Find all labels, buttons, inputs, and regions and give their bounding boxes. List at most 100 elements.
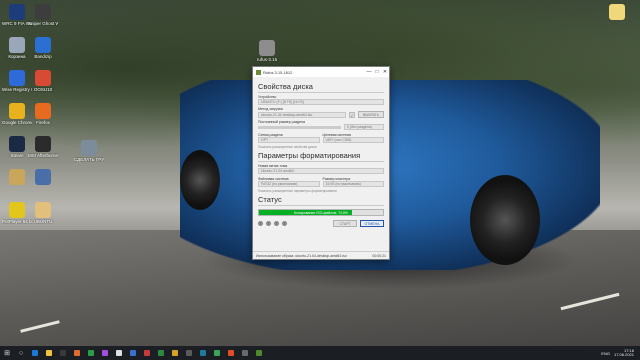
desktop-icon-label: MSI Afterburner	[28, 153, 58, 158]
desktop-icon-label: OOSU10	[33, 87, 53, 92]
settings-icon[interactable]	[274, 221, 279, 226]
file-icon	[609, 4, 625, 20]
taskbar-app-icon	[242, 350, 248, 356]
taskbar-app[interactable]	[252, 346, 266, 360]
app-icon	[35, 202, 51, 218]
boot-select[interactable]: ubuntu-21.04-desktop-amd64.iso	[258, 111, 346, 118]
taskbar-app[interactable]	[196, 346, 210, 360]
desktop-icon[interactable]: UBUNTU	[28, 202, 58, 224]
desktop-icon[interactable]	[28, 169, 58, 186]
advanced-format-toggle[interactable]: Показать расширенные параметры форматиро…	[258, 189, 384, 193]
app-icon	[35, 70, 51, 86]
select-button[interactable]: ВЫБРАТЬ	[358, 111, 384, 118]
cancel-button[interactable]: ОТМЕНА	[360, 220, 384, 227]
advanced-disk-toggle[interactable]: Показать расширенные свойства диска	[258, 145, 384, 149]
taskbar-app-icon	[172, 350, 178, 356]
desktop-icon-label: Sniper Ghost Warrior Co...	[28, 21, 58, 26]
taskbar-app[interactable]	[238, 346, 252, 360]
taskbar-app-icon	[214, 350, 220, 356]
taskbar-app[interactable]	[154, 346, 168, 360]
taskbar-app-icon	[74, 350, 80, 356]
taskbar-app[interactable]	[84, 346, 98, 360]
desktop-icon[interactable]: OOSU10	[28, 70, 58, 92]
app-icon	[35, 4, 51, 20]
target-select[interactable]: UEFI (non CSM)	[322, 137, 384, 143]
progress-bar: Копирование ISO-файлов: 74.6%	[258, 209, 384, 216]
taskbar-app[interactable]	[168, 346, 182, 360]
start-button[interactable]: ⊞	[0, 346, 14, 360]
app-icon	[9, 70, 25, 86]
app-icon	[35, 37, 51, 53]
system-tray: ENG 17:16 17.06.2021	[601, 348, 640, 358]
taskbar-app-icon	[144, 350, 150, 356]
taskbar-app[interactable]	[56, 346, 70, 360]
app-icon	[9, 37, 25, 53]
taskbar-app-icon	[130, 350, 136, 356]
search-button[interactable]: ○	[14, 346, 28, 360]
taskbar-app[interactable]	[98, 346, 112, 360]
persist-slider[interactable]	[258, 125, 341, 129]
app-icon	[9, 136, 25, 152]
desktop-icon[interactable]: Sniper Ghost Warrior Co...	[28, 4, 58, 26]
taskbar-app[interactable]	[126, 346, 140, 360]
taskbar-app-icon	[46, 350, 52, 356]
cluster-select[interactable]: 16 Кб (по умолчанию)	[322, 181, 384, 187]
device-select[interactable]: UBUNTU (F:) [8 Гб] [16 ГБ]	[258, 99, 384, 105]
app-icon	[9, 202, 25, 218]
section-format: Параметры форматирования	[258, 151, 384, 162]
shortcut-icon	[81, 140, 97, 156]
taskbar-app-icon	[200, 350, 206, 356]
clock-date: 17.06.2021	[613, 352, 634, 357]
desktop-icon-shortcut[interactable]: СДЕЛАТЬ ГРУ	[74, 140, 104, 162]
app-icon	[9, 103, 25, 119]
desktop-icon[interactable]: Firefox	[28, 103, 58, 125]
app-icon	[35, 169, 51, 185]
desktop-icon[interactable]: Bandizip	[28, 37, 58, 59]
close-button[interactable]: ✕	[381, 69, 389, 75]
start-button[interactable]: СТАРТ	[333, 220, 357, 227]
status-text: Использование образа: ubuntu-21.04-deskt…	[256, 254, 347, 258]
clock[interactable]: 17:16 17.06.2021	[613, 348, 634, 358]
app-icon	[9, 4, 25, 20]
app-icon	[9, 169, 25, 185]
taskbar-app[interactable]	[224, 346, 238, 360]
fs-select[interactable]: FAT32 (по умолчанию)	[258, 181, 320, 187]
desktop-icon[interactable]: MSI Afterburner	[28, 136, 58, 158]
taskbar-app[interactable]	[42, 346, 56, 360]
taskbar-app-icon	[256, 350, 262, 356]
maximize-button[interactable]: □	[373, 69, 381, 75]
car-wheel	[470, 175, 540, 265]
globe-icon[interactable]	[258, 221, 263, 226]
taskbar-app-icon	[60, 350, 66, 356]
check-icon[interactable]: ✓	[349, 111, 355, 118]
taskbar-app[interactable]	[112, 346, 126, 360]
taskbar-app-icon	[88, 350, 94, 356]
log-icon[interactable]	[282, 221, 287, 226]
window-title: Rufus 3.15.1812	[263, 69, 293, 75]
taskbar-app[interactable]	[70, 346, 84, 360]
volume-input[interactable]: Ubuntu 21.04 amd64	[258, 168, 384, 174]
car	[180, 80, 600, 270]
taskbar-app[interactable]	[28, 346, 42, 360]
section-disk: Свойства диска	[258, 82, 384, 93]
persist-value[interactable]: 0 (без раздела)	[344, 124, 384, 130]
desktop-icon-label: Bandizip	[34, 54, 52, 59]
progress-text: Копирование ISO-файлов: 74.6%	[293, 211, 349, 215]
info-icon[interactable]	[266, 221, 271, 226]
taskbar-app[interactable]	[182, 346, 196, 360]
partition-select[interactable]: GPT	[258, 137, 320, 143]
minimize-button[interactable]: —	[365, 69, 373, 75]
usb-icon	[256, 69, 261, 75]
taskbar-app[interactable]	[140, 346, 154, 360]
language-indicator[interactable]: ENG	[601, 351, 610, 356]
rufus-window: Rufus 3.15.1812 — □ ✕ Свойства диска Уст…	[252, 66, 390, 260]
desktop-icon-right[interactable]	[602, 4, 632, 20]
taskbar-app-icon	[102, 350, 108, 356]
car-wheel	[180, 150, 220, 210]
taskbar-app[interactable]	[210, 346, 224, 360]
status-line: Использование образа: ubuntu-21.04-deskt…	[253, 251, 389, 259]
title-bar[interactable]: Rufus 3.15.1812 — □ ✕	[253, 67, 389, 77]
desktop-icon-rufus[interactable]: rufus-3.15	[252, 40, 282, 62]
app-icon	[35, 136, 51, 152]
taskbar-app-icon	[228, 350, 234, 356]
